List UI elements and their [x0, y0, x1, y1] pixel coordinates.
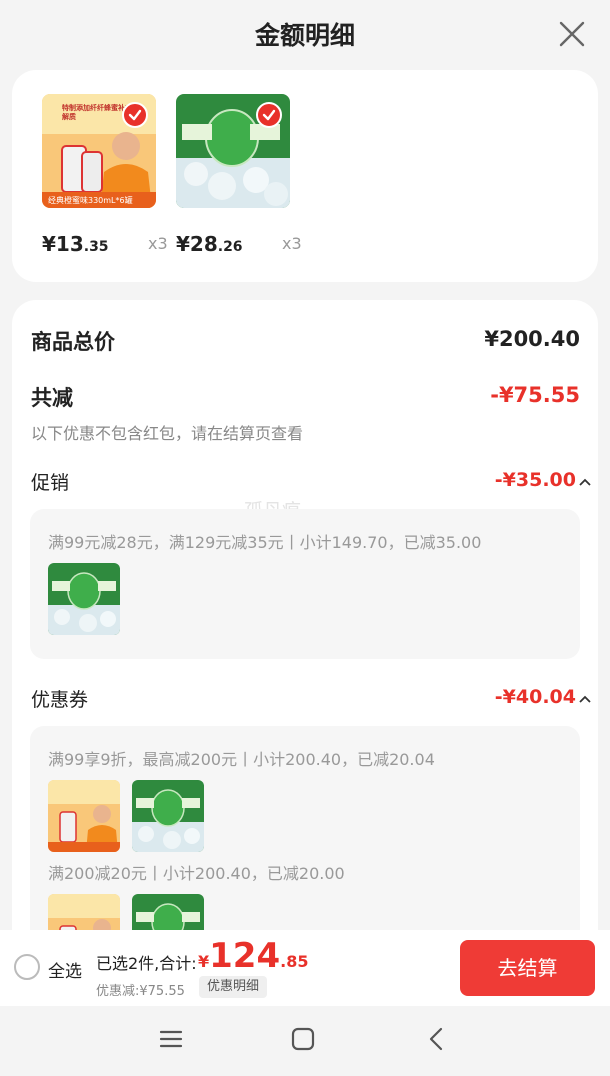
home-icon[interactable] [290, 1026, 316, 1052]
total-price-label: 商品总价 [31, 330, 115, 354]
menu-icon[interactable] [158, 1026, 184, 1052]
checked-icon[interactable] [256, 102, 282, 128]
select-all-radio[interactable] [14, 954, 40, 980]
page-title: 金额明细 [254, 21, 355, 50]
product-image-orange[interactable]: 特制添加纤纤蜂蜜补充电解质 经典橙蜜味330mL*6罐 [42, 94, 156, 208]
total-price-value: ¥200.40 [484, 327, 580, 351]
product-item[interactable]: 特制添加纤纤蜂蜜补充电解质 经典橙蜜味330mL*6罐 ¥13.35 x3 [42, 94, 168, 256]
reduce-note: 以下优惠不包含红包，请在结算页查看 [31, 424, 304, 443]
checkout-button[interactable]: 去结算 [460, 940, 595, 996]
checked-icon[interactable] [122, 102, 148, 128]
promotion-value[interactable]: -¥35.00 [495, 469, 576, 491]
total-reduce-value: -¥75.55 [490, 383, 580, 407]
promotion-box: 满99元减28元，满129元减35元丨小计149.70，已减35.00 [30, 509, 580, 659]
chevron-up-icon[interactable] [578, 692, 592, 706]
product-quantity: x3 [282, 234, 302, 253]
price-decimal: .35 [83, 239, 109, 255]
discount-detail-button[interactable]: 优惠明细 [199, 976, 268, 998]
selected-products-card: 特制添加纤纤蜂蜜补充电解质 经典橙蜜味330mL*6罐 ¥13.35 x3 ¥2… [12, 70, 598, 282]
system-nav-bar [0, 1006, 610, 1076]
price-integer: ¥13 [42, 232, 84, 256]
price-decimal: .26 [217, 239, 243, 255]
product-image-green[interactable] [176, 94, 290, 208]
product-price: ¥28.26 [176, 232, 243, 256]
product-quantity: x3 [148, 234, 168, 253]
coupon-line: 满99享9折，最高减200元丨小计200.40，已减20.04 [48, 750, 435, 769]
total-decimal: .85 [280, 952, 309, 971]
promotion-product-thumb [48, 563, 120, 635]
promotion-line: 满99元减28元，满129元减35元丨小计149.70，已减35.00 [48, 533, 482, 552]
coupon-line: 满200减20元丨小计200.40，已减20.00 [48, 864, 345, 883]
amount-detail-page: 金额明细 特制添加纤纤蜂蜜补充电解质 经典橙蜜味330mL*6罐 ¥13.35 … [0, 0, 610, 1076]
coupon-product-thumb-green [132, 780, 204, 852]
coupon-product-thumb-orange [48, 780, 120, 852]
product-item[interactable]: ¥28.26 x3 [176, 94, 302, 256]
product-banner-bottom: 经典橙蜜味330mL*6罐 [48, 196, 133, 205]
back-icon[interactable] [424, 1026, 450, 1052]
total-currency: ¥ [198, 952, 210, 971]
selected-summary: 已选2件,合计: [96, 954, 197, 973]
close-icon[interactable] [558, 20, 586, 48]
total-reduce-label: 共减 [31, 386, 73, 410]
checkout-bar: 全选 已选2件,合计: ¥124.85 优惠减:¥75.55 优惠明细 去结算 [0, 930, 610, 1006]
select-all-label[interactable]: 全选 [48, 957, 82, 982]
total-amount: ¥124.85 [198, 936, 308, 976]
header: 金额明细 [0, 0, 610, 66]
total-integer: 124 [209, 936, 281, 976]
coupon-label: 优惠券 [31, 689, 89, 711]
discount-summary: 优惠减:¥75.55 [96, 984, 185, 999]
product-price: ¥13.35 [42, 232, 109, 256]
chevron-up-icon[interactable] [578, 475, 592, 489]
promotion-label: 促销 [31, 472, 70, 494]
price-integer: ¥28 [176, 232, 218, 256]
discount-detail-card: 商品总价 ¥200.40 共减 -¥75.55 以下优惠不包含红包，请在结算页查… [12, 300, 598, 1000]
coupon-value[interactable]: -¥40.04 [495, 686, 576, 708]
